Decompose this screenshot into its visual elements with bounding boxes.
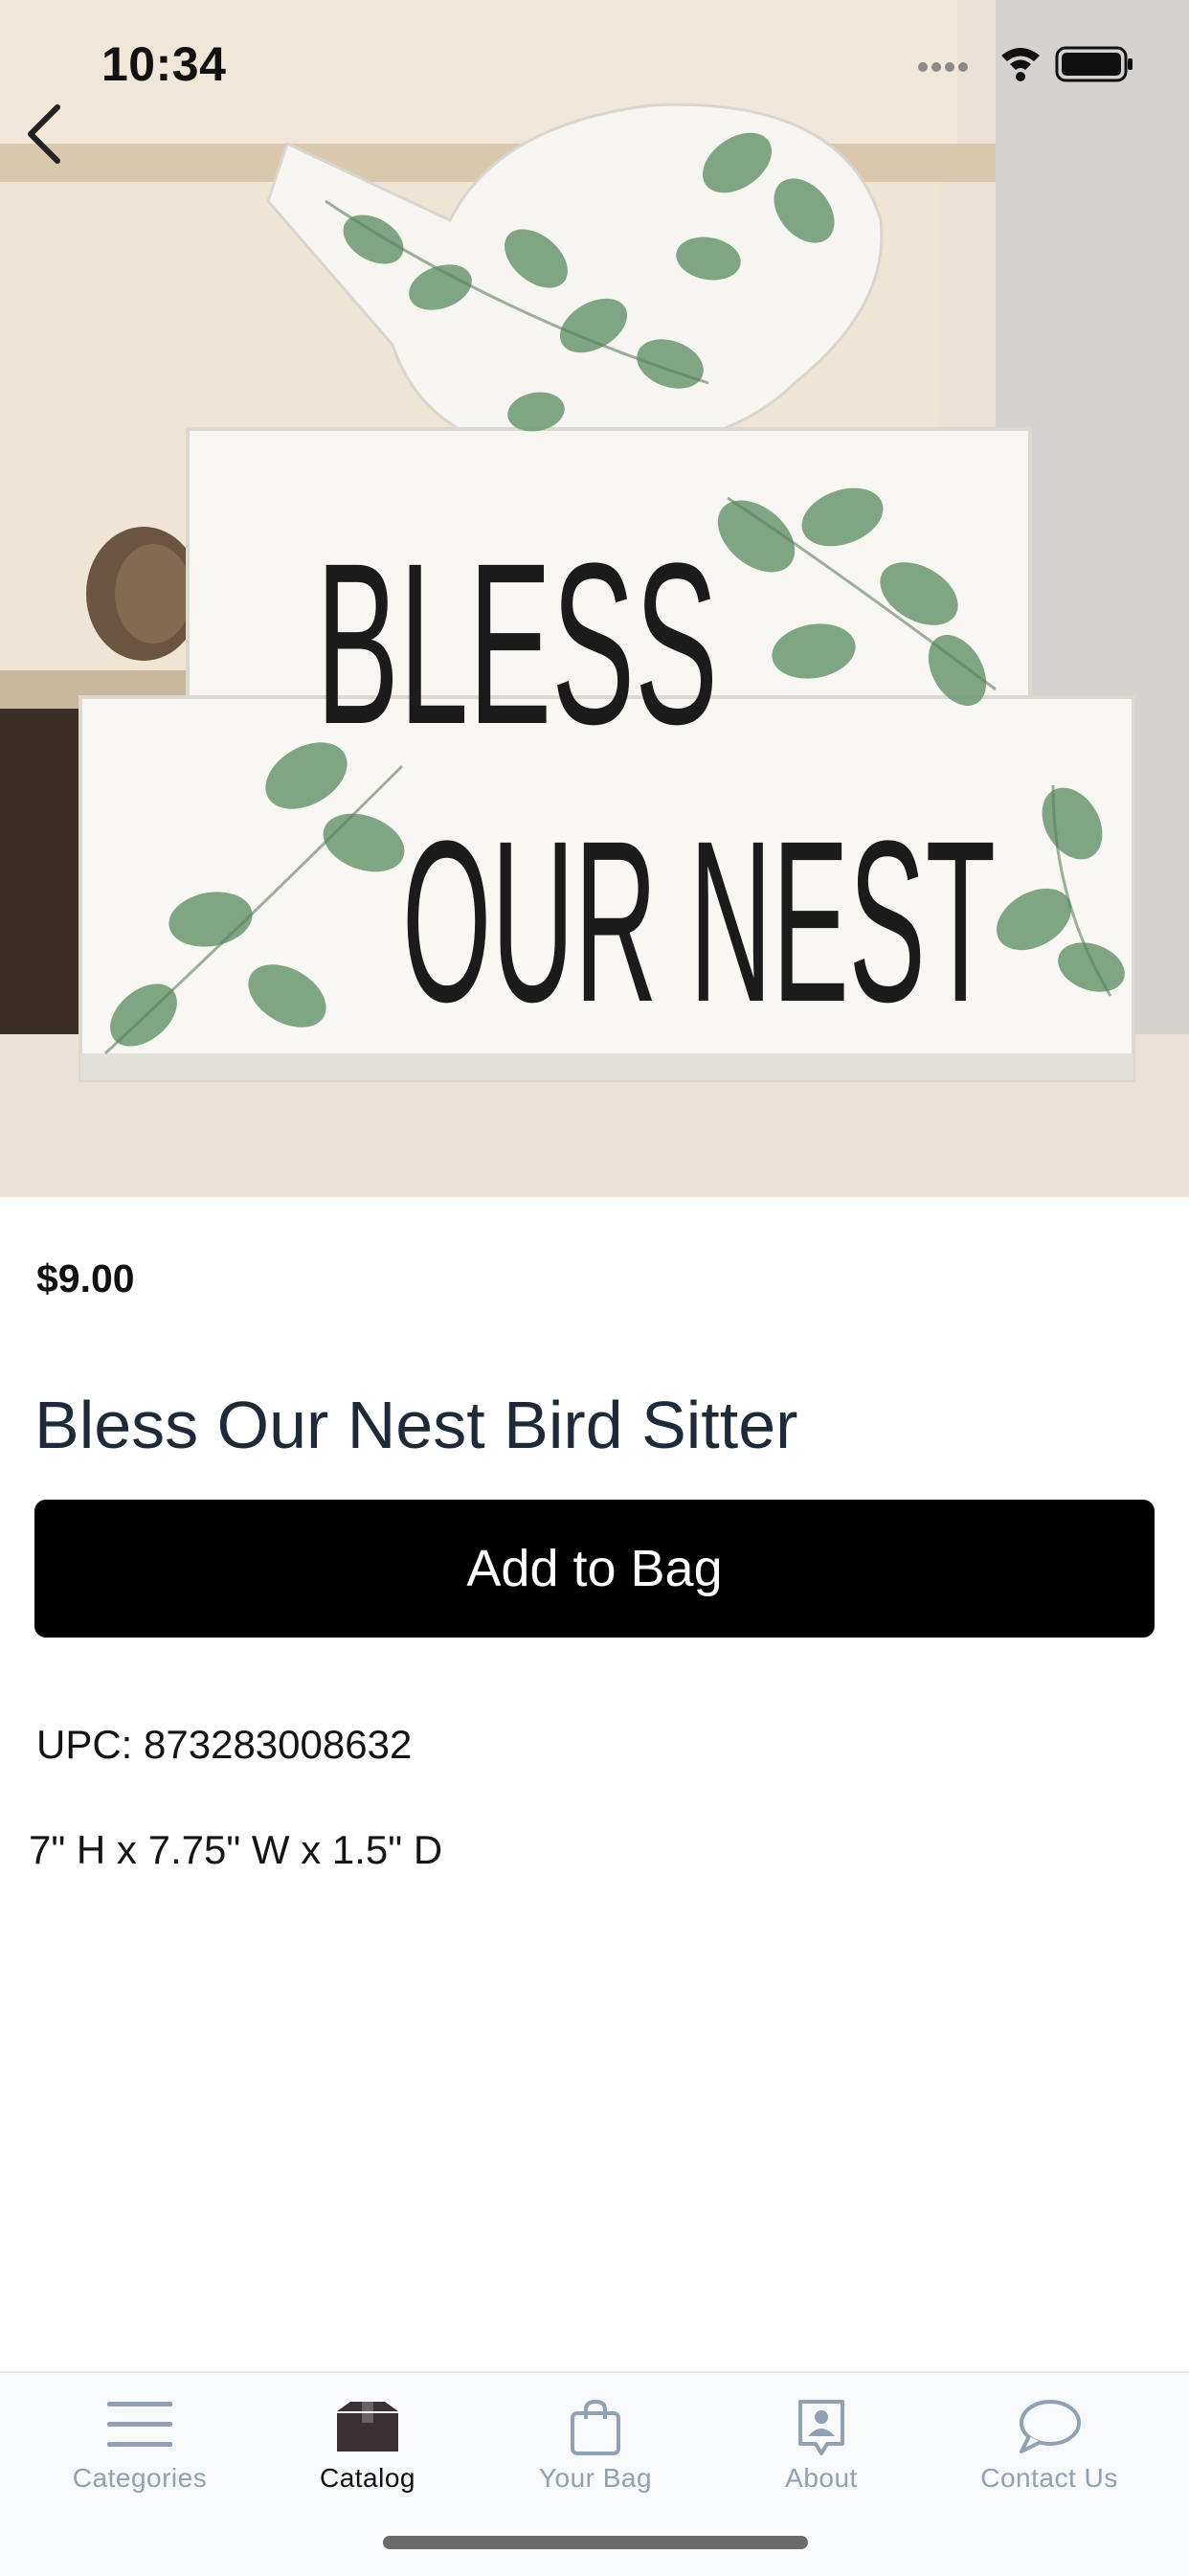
battery-icon: [1055, 46, 1133, 82]
person-card-icon: [798, 2400, 844, 2455]
chevron-left-icon: [28, 104, 60, 164]
tab-about[interactable]: About: [707, 2373, 936, 2517]
tab-catalog[interactable]: Catalog: [253, 2373, 482, 2517]
box-icon: [337, 2402, 398, 2452]
product-upc: UPC: 873283008632: [36, 1722, 413, 1767]
product-title: Bless Our Nest Bird Sitter: [34, 1388, 798, 1462]
product-image: BLESS OUR NEST: [0, 0, 1189, 1197]
signal-icon: [918, 62, 968, 72]
shopping-bag-icon: [571, 2399, 620, 2455]
status-time: 10:34: [101, 37, 227, 91]
wifi-icon: [1001, 48, 1040, 81]
tab-label: Categories: [72, 2463, 208, 2493]
tab-categories[interactable]: Categories: [25, 2373, 255, 2517]
home-indicator: [383, 2536, 808, 2549]
product-price: $9.00: [36, 1256, 135, 1300]
back-button[interactable]: [13, 96, 80, 172]
tab-label: Contact Us: [980, 2463, 1118, 2493]
menu-lines-icon: [107, 2402, 172, 2447]
add-to-bag-button[interactable]: Add to Bag: [34, 1500, 1155, 1638]
product-dimensions: 7" H x 7.75" W x 1.5" D: [29, 1827, 443, 1872]
svg-text:BLESS: BLESS: [316, 515, 718, 772]
tab-label: Catalog: [319, 2463, 415, 2493]
status-icons: [915, 42, 1135, 86]
tab-contact-us[interactable]: Contact Us: [934, 2373, 1164, 2517]
product-photo: BLESS OUR NEST: [0, 0, 1189, 1197]
tab-label: About: [785, 2463, 858, 2493]
tab-your-bag[interactable]: Your Bag: [481, 2373, 710, 2517]
tab-label: Your Bag: [538, 2463, 653, 2493]
speech-bubble-icon: [1020, 2400, 1081, 2453]
svg-text:OUR NEST: OUR NEST: [402, 793, 996, 1050]
